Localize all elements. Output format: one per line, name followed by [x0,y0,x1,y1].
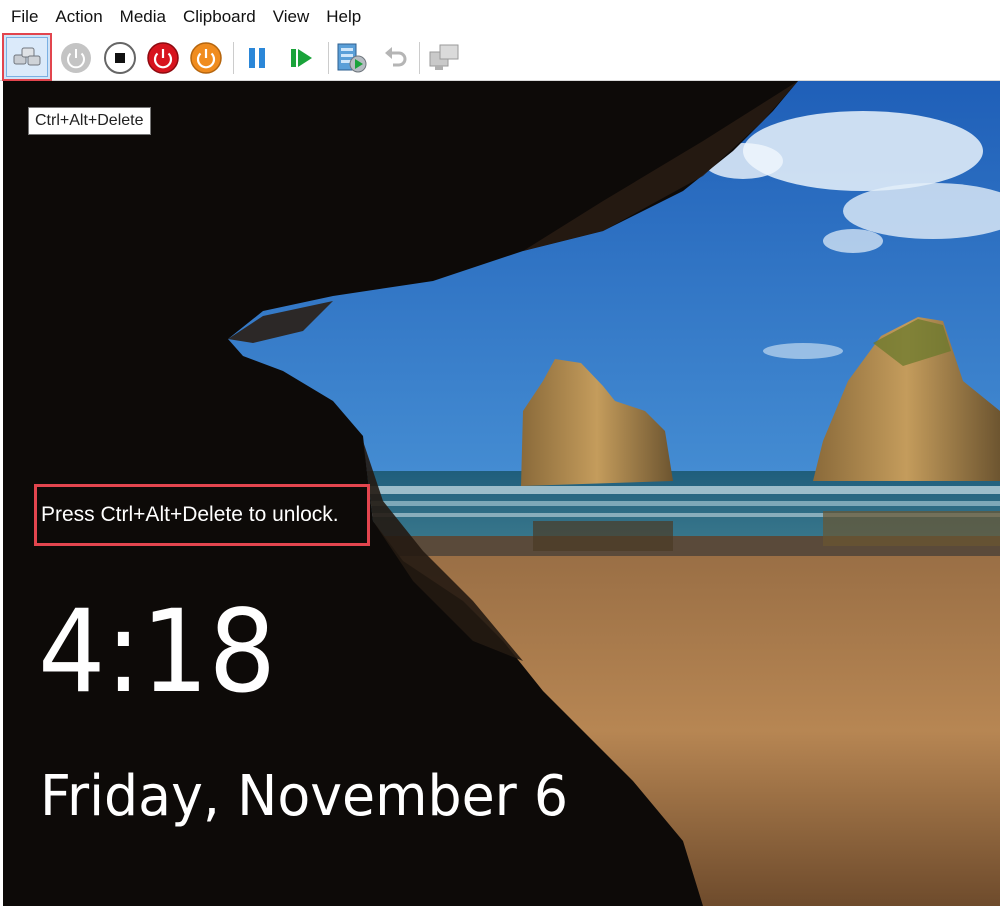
unlock-hint: Press Ctrl+Alt+Delete to unlock. [34,484,370,546]
lock-screen-date: Friday, November 6 [40,764,569,829]
menu-help[interactable]: Help [315,0,367,34]
menu-view[interactable]: View [262,0,316,34]
save-button[interactable] [186,38,226,78]
enhanced-session-icon [429,44,459,70]
lock-screen-time: 4:18 [38,585,277,718]
start-icon [61,43,91,73]
toolbar-separator [233,42,234,74]
menu-clipboard[interactable]: Clipboard [172,0,262,34]
tooltip: Ctrl+Alt+Delete [28,107,151,135]
reset-button[interactable] [281,38,321,78]
pause-button[interactable] [237,38,277,78]
turn-off-icon [104,42,136,74]
pause-icon [249,48,265,68]
ctrl-alt-delete-button[interactable] [2,33,52,81]
menu-action[interactable]: Action [44,0,108,34]
revert-icon [385,47,407,67]
checkpoint-button[interactable] [331,38,371,78]
turn-off-button[interactable] [100,38,140,78]
toolbar [0,33,1000,81]
toolbar-separator [419,42,420,74]
reset-icon [291,49,312,67]
start-button[interactable] [56,38,96,78]
enhanced-session-button[interactable] [424,38,464,78]
toolbar-separator [328,42,329,74]
menu-media[interactable]: Media [109,0,172,34]
save-icon [190,42,222,74]
unlock-hint-text: Press Ctrl+Alt+Delete to unlock. [41,503,339,526]
ctrl-alt-delete-icon [13,47,41,66]
menu-file[interactable]: File [0,0,44,34]
revert-button[interactable] [376,38,416,78]
checkpoint-icon [337,43,367,73]
menu-bar: File Action Media Clipboard View Help [0,0,1000,34]
shut-down-button[interactable] [143,38,183,78]
shut-down-icon [147,42,179,74]
